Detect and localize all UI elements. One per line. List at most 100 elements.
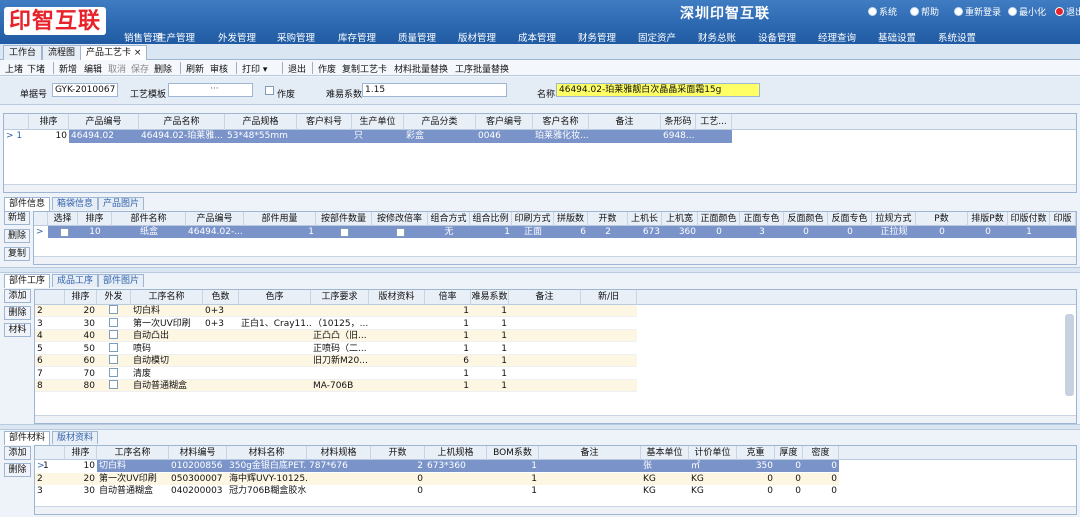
checkbox-icon[interactable]	[109, 342, 118, 352]
menu-plates[interactable]: 版材管理	[458, 30, 496, 44]
material-delete-button[interactable]: 删除	[4, 463, 31, 477]
part-copy-button[interactable]: 复制	[4, 247, 30, 261]
menu-purchase[interactable]: 采购管理	[277, 30, 315, 44]
splitter[interactable]	[0, 267, 1080, 273]
void-checkbox[interactable]	[265, 86, 274, 98]
table-row[interactable]: 5 50 喷码 正喷码（二... 1 1	[35, 342, 637, 355]
menu-finance[interactable]: 财务管理	[578, 30, 616, 44]
tab-flowchart[interactable]: 流程图	[42, 45, 82, 60]
menu-manager-query[interactable]: 经理查询	[818, 30, 856, 44]
material-add-button[interactable]: 添加	[4, 446, 31, 460]
prev-button[interactable]: 上堵	[5, 62, 23, 75]
cell-machine-width: 360	[678, 227, 696, 237]
tab-part-materials[interactable]: 部件材料	[4, 431, 51, 445]
product-table-header: 排序 产品编号 产品名称 产品规格 客户料号 生产单位 产品分类 客户编号 客户…	[4, 114, 1076, 130]
tab-product-craft-card[interactable]: 产品工艺卡 ×	[80, 45, 148, 61]
table-row[interactable]: 6 60 自动模切 旧刀新M20... 6 1	[35, 355, 637, 367]
tab-part-images[interactable]: 部件图片	[98, 274, 145, 287]
cell-process-name: 切白料	[133, 306, 161, 316]
horizontal-scrollbar[interactable]	[35, 506, 1076, 514]
checkbox-icon[interactable]	[109, 367, 118, 377]
tab-box-bag-info[interactable]: 箱袋信息	[52, 197, 99, 210]
help-button[interactable]: 帮助	[910, 5, 939, 18]
table-row[interactable]: 4 40 自动凸出 正凸凸（旧... 1 1	[35, 330, 637, 342]
select-checkbox[interactable]	[60, 228, 69, 240]
splitter[interactable]	[0, 424, 1080, 430]
cell-order: 20	[83, 306, 95, 316]
cell-rate: 1	[463, 368, 469, 379]
system-button[interactable]: 系统	[868, 5, 897, 18]
cell-density: 0	[831, 461, 837, 471]
next-button[interactable]: 下堵	[27, 62, 45, 75]
menu-production[interactable]: 生产管理	[157, 30, 195, 44]
process-delete-button[interactable]: 删除	[4, 306, 31, 320]
close-icon[interactable]: ×	[134, 48, 142, 58]
vertical-scrollbar[interactable]	[1065, 314, 1074, 396]
menu-outsourcing[interactable]: 外发管理	[218, 30, 256, 44]
table-row[interactable]: 7 70 清废 1 1	[35, 367, 637, 380]
menu-fixed-assets[interactable]: 固定资产	[638, 30, 676, 44]
batch-replace-material-button[interactable]: 材料批量替换	[394, 62, 448, 75]
exit-button[interactable]: 退出	[1055, 5, 1080, 18]
table-row[interactable]: 8 80 自动普通糊盒 MA-706B 1 1	[35, 380, 637, 392]
refresh-button[interactable]: 刷新	[186, 62, 204, 75]
part-add-button[interactable]: 新增	[4, 211, 30, 225]
relogin-button[interactable]: 重新登录	[954, 5, 1001, 18]
tab-part-process[interactable]: 部件工序	[4, 274, 51, 288]
table-row[interactable]: 2 20 切白料 0+3 1 1	[35, 305, 637, 317]
tab-plate-data[interactable]: 版材资料	[52, 431, 99, 444]
delete-button[interactable]: 删除	[154, 62, 172, 75]
process-material-button[interactable]: 材料	[4, 323, 31, 337]
menu-inventory[interactable]: 库存管理	[338, 30, 376, 44]
horizontal-scrollbar[interactable]	[34, 256, 1076, 264]
tab-product-images[interactable]: 产品图片	[98, 197, 145, 210]
copy-craft-card-button[interactable]: 复制工艺卡	[342, 62, 387, 75]
by-mod-rate-checkbox[interactable]	[396, 228, 405, 240]
table-row[interactable]: > 10 纸盒 46494.02-... 1 无 1 正面 6 2 673 36…	[34, 226, 1076, 238]
table-row[interactable]: > 1 10 46494.02 46494.02-珀莱雅... 53*48*55…	[4, 130, 732, 143]
part-delete-button[interactable]: 删除	[4, 229, 30, 243]
menu-equipment[interactable]: 设备管理	[758, 30, 796, 44]
menu-cost[interactable]: 成本管理	[518, 30, 556, 44]
cancel-button[interactable]: 取消	[108, 62, 126, 75]
cell-gram: 0	[767, 486, 773, 496]
add-button[interactable]: 新增	[59, 62, 77, 75]
cell-requirements: 旧刀新M20...	[313, 356, 368, 366]
horizontal-scrollbar[interactable]	[4, 184, 1076, 192]
menu-general-ledger[interactable]: 财务总账	[698, 30, 736, 44]
tab-workbench[interactable]: 工作台	[3, 45, 43, 60]
tab-finished-process[interactable]: 成品工序	[52, 274, 99, 287]
table-row[interactable]: 1 10 切白料 010200856 350g金银白底PET... 787*676 2 673…	[35, 460, 839, 472]
cell-difficulty: 1	[501, 356, 507, 366]
col-by-part-qty: 按部件数量	[316, 212, 372, 226]
void-button[interactable]: 作废	[318, 62, 336, 75]
process-table-header: 排序 外发 工序名称 色数 色序 工序要求 版材资料 倍率 难易系数 备注 新/…	[35, 290, 1076, 305]
exit-toolbar-button[interactable]: 退出	[288, 62, 306, 75]
checkbox-icon[interactable]	[109, 317, 118, 327]
menu-system-settings[interactable]: 系统设置	[938, 30, 976, 44]
doc-no-field[interactable]: GYK-2010067	[52, 83, 118, 97]
tab-part-info[interactable]: 部件信息	[4, 197, 51, 211]
table-row[interactable]: 3 30 自动普通糊盒 040200003 冠力706B糊盒胶水 0 1 KG KG 0 0 0	[35, 485, 839, 497]
menu-quality[interactable]: 质量管理	[398, 30, 436, 44]
template-lookup-button[interactable]: ···	[210, 84, 219, 94]
process-add-button[interactable]: 添加	[4, 289, 31, 303]
audit-button[interactable]: 审核	[210, 62, 228, 75]
name-field[interactable]: 46494.02-珀莱雅靓白次晶晶采面霜15g	[556, 83, 760, 97]
checkbox-icon[interactable]	[109, 355, 118, 364]
by-part-qty-checkbox[interactable]	[340, 228, 349, 240]
table-row[interactable]: 3 30 第一次UV印刷 0+3 正白1、Cray11... （10125，... 1 1	[35, 317, 637, 330]
checkbox-icon[interactable]	[109, 330, 118, 339]
batch-replace-process-button[interactable]: 工序批量替换	[455, 62, 509, 75]
save-button[interactable]: 保存	[131, 62, 149, 75]
menu-basic-settings[interactable]: 基础设置	[878, 30, 916, 44]
checkbox-icon[interactable]	[109, 305, 118, 314]
difficulty-field[interactable]: 1.15	[362, 83, 507, 97]
minimize-button[interactable]: 最小化	[1008, 5, 1046, 18]
print-button[interactable]: 打印 ▾	[242, 62, 267, 75]
checkbox-icon[interactable]	[109, 380, 118, 389]
horizontal-scrollbar[interactable]	[35, 415, 1076, 423]
edit-button[interactable]: 编辑	[84, 62, 102, 75]
table-row[interactable]: 2 20 第一次UV印刷 050300007 海中辉UVY-10125... 0 1 KG KG…	[35, 472, 839, 485]
row-number: 5	[37, 343, 43, 354]
